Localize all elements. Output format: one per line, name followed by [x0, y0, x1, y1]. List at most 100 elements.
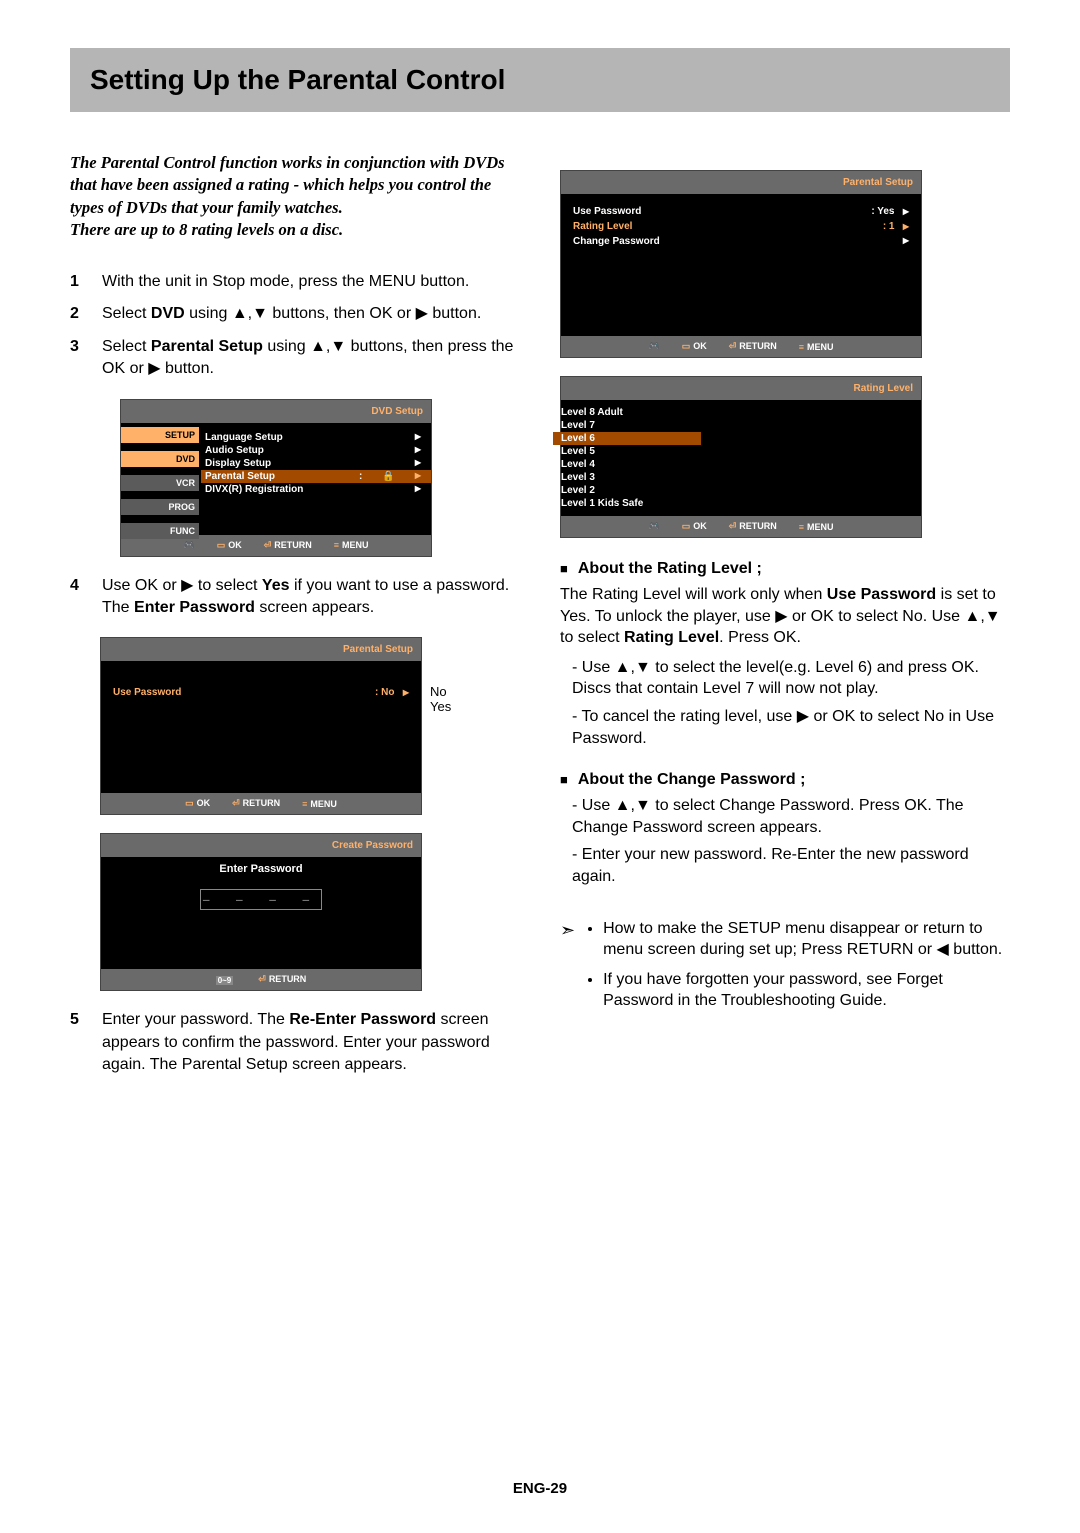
hand-icon: ➣: [560, 918, 575, 1020]
return-label: RETURN: [264, 540, 312, 551]
tab-prog: PROG: [121, 499, 199, 515]
osd-footer: RETURN: [101, 969, 421, 990]
osd-footer: 🎮 OK RETURN MENU: [561, 336, 921, 357]
list-item: Enter your new password. Re-Enter the ne…: [572, 844, 1010, 887]
tab-dvd: DVD: [121, 451, 199, 467]
osd-rating-level: Rating Level Level 8 Adult Level 7 Level…: [560, 376, 922, 538]
steps-list-cont2: 5 Enter your password. The Re-Enter Pass…: [70, 1009, 520, 1076]
step-num: 4: [70, 575, 88, 620]
osd-header: DVD Setup: [121, 400, 431, 423]
step-num: 5: [70, 1009, 88, 1076]
osd-body: Use Password : No ▶: [101, 661, 421, 793]
intro-text: The Parental Control function works in c…: [70, 152, 520, 241]
tip-block: ➣ How to make the SETUP menu disappear o…: [560, 918, 1010, 1020]
tab-func: FUNC: [121, 523, 199, 539]
step-1: 1 With the unit in Stop mode, press the …: [70, 271, 520, 293]
osd-parental-setup-yes: Parental Setup Use Password: Yes ▶ Ratin…: [560, 170, 922, 358]
about-rating-heading: About the Rating Level ;: [560, 560, 1010, 578]
rating-row: Level 1 Kids Safe: [561, 497, 921, 510]
return-label: RETURN: [232, 798, 280, 809]
step-num: 1: [70, 271, 88, 293]
about-rating-list: Use ▲,▼ to select the level(e.g. Level 6…: [560, 657, 1010, 749]
osd-footer: OK RETURN MENU: [101, 793, 421, 814]
rating-row: Level 4: [561, 458, 921, 471]
osd-header: Parental Setup: [101, 638, 421, 661]
page-title: Setting Up the Parental Control: [90, 64, 990, 96]
callout-no: No: [430, 685, 451, 699]
osd-body: Use Password: Yes ▶ Rating Level: 1 ▶ Ch…: [561, 194, 921, 336]
step-text: Select DVD using ▲,▼ buttons, then OK or…: [102, 303, 520, 325]
step-text: With the unit in Stop mode, press the ME…: [102, 271, 520, 293]
step-num: 2: [70, 303, 88, 325]
rating-row: Level 5: [561, 445, 921, 458]
tip-item: How to make the SETUP menu disappear or …: [603, 918, 1010, 961]
left-column: The Parental Control function works in c…: [70, 152, 520, 1087]
rating-row: Level 3: [561, 471, 921, 484]
step-5: 5 Enter your password. The Re-Enter Pass…: [70, 1009, 520, 1076]
about-change-heading: About the Change Password ;: [560, 771, 1010, 789]
step-text: Enter your password. The Re-Enter Passwo…: [102, 1009, 520, 1076]
osd-header: Create Password: [101, 834, 421, 857]
list-item: To cancel the rating level, use ▶ or OK …: [572, 706, 1010, 749]
osd-parental-setup-no: Parental Setup Use Password : No ▶ OK: [100, 637, 422, 815]
callout-yes: Yes: [430, 700, 451, 714]
tip-list: How to make the SETUP menu disappear or …: [585, 918, 1010, 1020]
no-yes-callout: No Yes: [430, 685, 451, 714]
menu-item-selected: Parental Setup:🔒▶: [201, 470, 431, 483]
menu-label: MENU: [799, 522, 834, 532]
tip-item: If you have forgotten your password, see…: [603, 969, 1010, 1012]
list-item: Use ▲,▼ to select Change Password. Press…: [572, 795, 1010, 838]
ok-label: OK: [217, 540, 242, 551]
page-number: ENG-29: [0, 1480, 1080, 1497]
rating-row: Level 8 Adult: [561, 406, 921, 419]
num-label: [216, 975, 237, 985]
password-field: – – – –: [200, 889, 322, 910]
osd2-wrap: Parental Setup Use Password : No ▶ OK: [70, 637, 520, 815]
step-4: 4 Use OK or ▶ to select Yes if you want …: [70, 575, 520, 620]
about-rating-para: The Rating Level will work only when Use…: [560, 584, 1010, 649]
osd-menu-list: Language Setup▶ Audio Setup▶ Display Set…: [201, 429, 431, 498]
remote-icon: 🎮: [648, 341, 659, 352]
tab-vcr: VCR: [121, 475, 199, 491]
steps-list-cont: 4 Use OK or ▶ to select Yes if you want …: [70, 575, 520, 620]
step-2: 2 Select DVD using ▲,▼ buttons, then OK …: [70, 303, 520, 325]
menu-label: MENU: [334, 540, 369, 550]
list-item: Use ▲,▼ to select the level(e.g. Level 6…: [572, 657, 1010, 700]
osd-create-password: Create Password Enter Password – – – – R…: [100, 833, 422, 991]
two-column-layout: The Parental Control function works in c…: [70, 152, 1010, 1087]
steps-list: 1 With the unit in Stop mode, press the …: [70, 271, 520, 381]
remote-icon: 🎮: [648, 521, 659, 532]
ok-label: OK: [682, 521, 707, 532]
right-column: Parental Setup Use Password: Yes ▶ Ratin…: [560, 152, 1010, 1087]
title-bar: Setting Up the Parental Control: [70, 48, 1010, 112]
manual-page: Setting Up the Parental Control The Pare…: [0, 0, 1080, 1533]
ok-label: OK: [185, 798, 210, 809]
menu-item: Display Setup▶: [205, 457, 421, 470]
menu-item: DIVX(R) Registration▶: [205, 483, 421, 496]
osd-body: SETUP DVD VCR PROG FUNC Language Setup▶ …: [121, 423, 431, 535]
return-label: RETURN: [258, 974, 306, 985]
rating-row: Level 7: [561, 419, 921, 432]
tab-setup: SETUP: [121, 427, 199, 443]
osd-dvd-setup: DVD Setup SETUP DVD VCR PROG FUNC Langua…: [120, 399, 432, 557]
return-label: RETURN: [729, 521, 777, 532]
menu-label: MENU: [302, 799, 337, 809]
osd-header: Rating Level: [561, 377, 921, 400]
remote-icon: 🎮: [183, 540, 194, 551]
rating-row-selected: Level 6: [553, 432, 701, 445]
step-text: Select Parental Setup using ▲,▼ buttons,…: [102, 336, 520, 381]
enter-password-label: Enter Password: [101, 863, 421, 875]
menu-item: Audio Setup▶: [205, 444, 421, 457]
ok-label: OK: [682, 341, 707, 352]
osd-body: Level 8 Adult Level 7 Level 6 Level 5 Le…: [561, 400, 921, 516]
menu-item: Language Setup▶: [205, 431, 421, 444]
step-text: Use OK or ▶ to select Yes if you want to…: [102, 575, 520, 620]
step-num: 3: [70, 336, 88, 381]
change-password-row: Change Password▶: [573, 234, 909, 249]
step-3: 3 Select Parental Setup using ▲,▼ button…: [70, 336, 520, 381]
rating-level-row: Rating Level: 1 ▶: [573, 219, 909, 234]
osd-footer: 🎮 OK RETURN MENU: [561, 516, 921, 537]
use-password-row: Use Password: Yes ▶: [573, 204, 909, 219]
rating-row: Level 2: [561, 484, 921, 497]
use-password-row: Use Password : No ▶: [113, 685, 409, 700]
